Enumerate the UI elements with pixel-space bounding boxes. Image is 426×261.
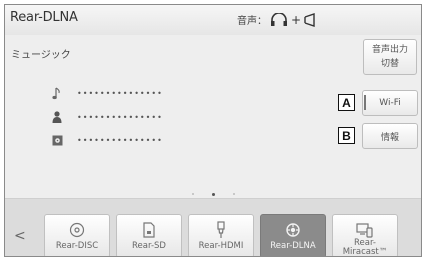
info-button[interactable]: 情報 (362, 123, 418, 149)
album-name: ••••••••••••••• (77, 135, 163, 145)
song-row: ••••••••••••••• (51, 86, 163, 100)
artist-name: ••••••••••••••• (77, 112, 163, 122)
source-label: Rear-DISC (55, 241, 99, 251)
album-row: ••••••••••••••• (51, 133, 163, 147)
source-label: Rear-DLNA (270, 241, 316, 251)
source-rear-disc[interactable]: Rear-DISC (44, 214, 110, 256)
page-dot (191, 193, 194, 195)
source-label-line2: Miracast™ (342, 247, 388, 257)
song-title: ••••••••••••••• (77, 88, 163, 98)
album-icon (51, 133, 63, 147)
speaker-icon (304, 12, 316, 27)
headphone-icon (270, 12, 288, 27)
source-rear-sd[interactable]: Rear-SD (116, 214, 182, 256)
info-button-label: 情報 (380, 132, 399, 143)
disc-icon (69, 221, 85, 239)
audio-output-label: 音声： (237, 16, 267, 27)
wifi-button[interactable]: Wi-Fi (362, 90, 418, 116)
dlna-icon (285, 221, 301, 239)
source-dock: < Rear-DISC Rear-SD Rear-HDMI Rear-DLNA … (5, 198, 421, 257)
callout-a-pointer (364, 95, 366, 110)
page-dot (232, 193, 235, 195)
page-dot-active (211, 192, 215, 196)
callout-b: B (338, 127, 355, 144)
audio-output-indicator: 音声： + (237, 12, 316, 27)
source-rear-hdmi[interactable]: Rear-HDMI (188, 214, 254, 256)
artist-row: ••••••••••••••• (51, 110, 163, 124)
audio-output-switch-button[interactable]: 音声出力 切替 (363, 39, 417, 75)
page-indicator (5, 192, 421, 196)
wifi-button-label: Wi-Fi (379, 98, 401, 108)
source-label: Rear-HDMI (198, 241, 244, 251)
sd-card-icon (142, 221, 156, 239)
app-title: Rear-DLNA (10, 10, 78, 25)
back-arrow-icon[interactable]: < (14, 228, 26, 244)
source-rear-miracast[interactable]: Rear- Miracast™ (332, 214, 398, 257)
plus-icon: + (291, 12, 302, 27)
header-bar: Rear-DLNA 音声： + (5, 5, 421, 35)
person-icon (51, 110, 63, 124)
audio-switch-label-line1: 音声出力 (371, 45, 408, 55)
callout-a: A (338, 94, 355, 111)
miracast-icon (356, 221, 374, 238)
source-label: Rear-SD (132, 241, 166, 251)
display-screen: Rear-DLNA 音声： + ミュージック 音声出力 切替 •••••••••… (4, 4, 422, 257)
audio-switch-label-line2: 切替 (380, 59, 399, 69)
music-note-icon (51, 86, 63, 100)
hdmi-plug-icon (216, 221, 226, 239)
section-label-music: ミュージック (11, 50, 71, 61)
source-rear-dlna[interactable]: Rear-DLNA (260, 214, 326, 256)
